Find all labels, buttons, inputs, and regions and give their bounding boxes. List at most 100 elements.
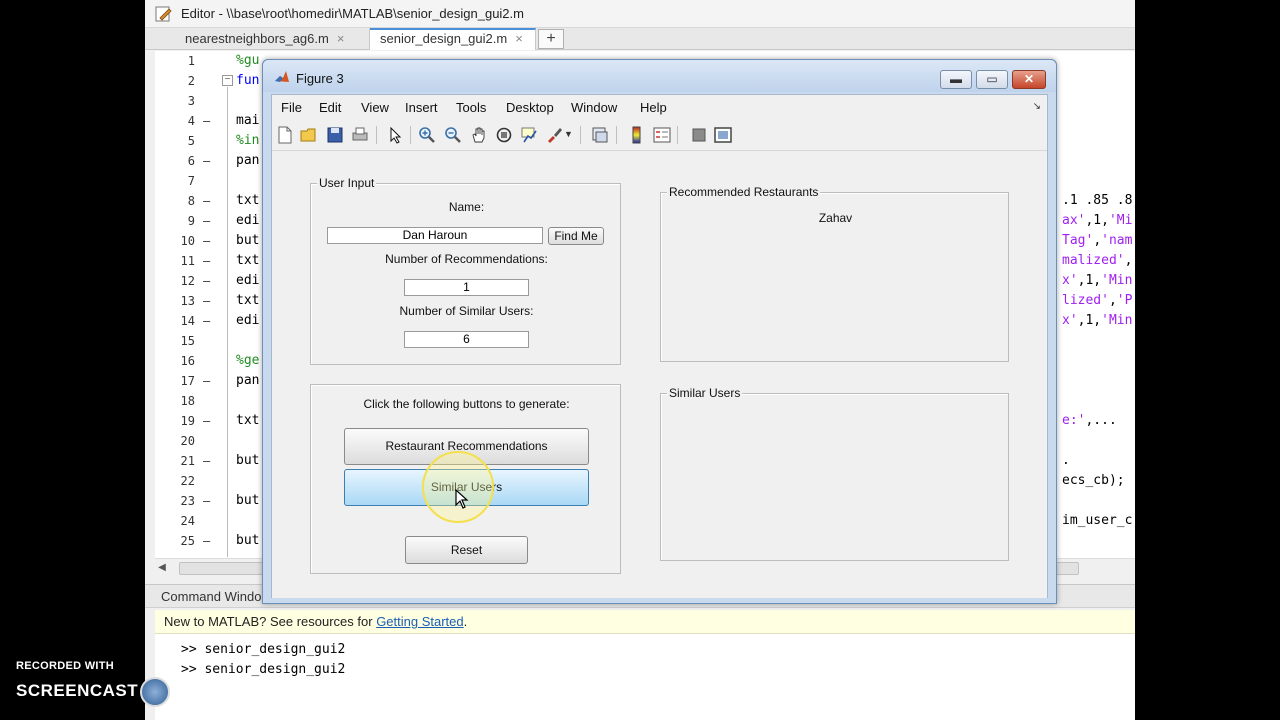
pan-hand-icon[interactable]: [469, 125, 489, 145]
breakpoint-dash[interactable]: —: [203, 234, 210, 248]
code-token: 'Mi: [1108, 213, 1133, 228]
menu-file[interactable]: File: [281, 100, 302, 115]
link-plot-icon[interactable]: [590, 125, 610, 145]
line-number: 8: [187, 194, 195, 208]
zoom-out-icon[interactable]: [443, 125, 463, 145]
rotate-3d-icon[interactable]: [494, 125, 514, 145]
hide-plot-tools-icon[interactable]: [689, 125, 709, 145]
recommended-restaurants-title: Recommended Restaurants: [667, 185, 821, 199]
menu-help[interactable]: Help: [640, 100, 667, 115]
scroll-left-icon[interactable]: ◀: [155, 561, 169, 575]
breakpoint-dash[interactable]: —: [203, 194, 210, 208]
code-token: x': [1062, 273, 1078, 288]
breakpoint-dash[interactable]: —: [203, 454, 210, 468]
close-tab-icon[interactable]: ×: [515, 31, 523, 46]
figure-window: Figure 3 ▬ ▭ ✕ ↘ File Edit View Insert Tools…: [262, 59, 1057, 604]
brush-dropdown-icon[interactable]: ▼: [564, 125, 584, 145]
toolbar-separator: [616, 126, 617, 144]
breakpoint-dash[interactable]: —: [203, 214, 210, 228]
breakpoint-dash[interactable]: —: [203, 534, 210, 548]
line-number: 13: [180, 294, 195, 308]
menu-view[interactable]: View: [361, 100, 389, 115]
print-icon[interactable]: [350, 125, 370, 145]
menu-desktop[interactable]: Desktop: [506, 100, 554, 115]
fold-toggle-icon[interactable]: −: [222, 75, 233, 86]
num-similar-users-field[interactable]: 6: [404, 331, 529, 348]
find-me-button[interactable]: Find Me: [548, 227, 604, 245]
new-figure-icon[interactable]: [275, 125, 295, 145]
show-plot-tools-icon[interactable]: [713, 125, 733, 145]
user-input-title: User Input: [317, 176, 377, 190]
code-line: edi: [236, 213, 260, 228]
line-number: 19: [180, 414, 195, 428]
tip-suffix: .: [463, 614, 468, 629]
figure-title-bar[interactable]: Figure 3 ▬ ▭ ✕: [263, 60, 1056, 92]
name-field[interactable]: Dan Haroun: [327, 227, 543, 244]
line-number: 15: [180, 334, 195, 348]
breakpoint-dash[interactable]: —: [203, 114, 210, 128]
line-number: 23: [180, 494, 195, 508]
code-token: x': [1062, 313, 1078, 328]
code-line: but: [236, 453, 260, 468]
line-number: 24: [180, 514, 195, 528]
edit-plot-arrow-icon[interactable]: [385, 125, 405, 145]
breakpoint-dash[interactable]: —: [203, 154, 210, 168]
menu-window[interactable]: Window: [571, 100, 617, 115]
breakpoint-dash[interactable]: —: [203, 294, 210, 308]
code-token: ,1,: [1085, 213, 1109, 228]
getting-started-link[interactable]: Getting Started: [376, 614, 463, 629]
code-token: Tag': [1062, 233, 1094, 248]
code-line: fun: [236, 73, 260, 88]
menubar-overflow-icon[interactable]: ↘: [1033, 101, 1041, 112]
breakpoint-dash[interactable]: —: [203, 374, 210, 388]
line-number: 25: [180, 534, 195, 548]
code-token: ecs_cb);: [1062, 473, 1125, 488]
code-line: txt: [236, 293, 260, 308]
zoom-in-icon[interactable]: [417, 125, 437, 145]
new-tab-button[interactable]: +: [538, 29, 564, 49]
toolbar-separator: [580, 126, 581, 144]
command-line: >> senior_design_gui2: [181, 642, 346, 657]
command-window[interactable]: >> senior_design_gui2 >> senior_design_g…: [155, 634, 1135, 720]
menu-insert[interactable]: Insert: [405, 100, 438, 115]
insert-legend-icon[interactable]: [652, 125, 672, 145]
code-token: ,: [1108, 293, 1117, 308]
menu-edit[interactable]: Edit: [319, 100, 341, 115]
close-tab-icon[interactable]: ×: [337, 31, 345, 46]
tab-nearestneighbors[interactable]: nearestneighbors_ag6.m ×: [175, 28, 370, 50]
brush-icon[interactable]: [544, 125, 564, 145]
menu-tools[interactable]: Tools: [456, 100, 486, 115]
figure-title: Figure 3: [296, 71, 344, 86]
close-button[interactable]: ✕: [1012, 70, 1046, 89]
breakpoint-dash[interactable]: —: [203, 314, 210, 328]
name-label: Name:: [448, 200, 485, 214]
code-token: ax': [1062, 213, 1086, 228]
user-input-panel: User Input Name: Dan Haroun Find Me Numb…: [310, 176, 621, 365]
code-line: edi: [236, 273, 260, 288]
data-cursor-icon[interactable]: [519, 125, 539, 145]
code-line: pan: [236, 153, 260, 168]
save-icon[interactable]: [325, 125, 345, 145]
tab-label: senior_design_gui2.m: [380, 31, 508, 46]
tab-senior-design-gui2[interactable]: senior_design_gui2.m ×: [370, 28, 536, 50]
fold-guide: [227, 87, 228, 557]
screen: Editor - \\base\root\homedir\MATLAB\seni…: [0, 0, 1280, 720]
line-number: 20: [180, 434, 195, 448]
open-file-icon[interactable]: [299, 125, 319, 145]
breakpoint-dash[interactable]: —: [203, 274, 210, 288]
editor-tabbar: nearestneighbors_ag6.m × senior_design_gu…: [145, 28, 1135, 50]
code-token: 'nam: [1101, 233, 1133, 248]
line-number: 9: [187, 214, 195, 228]
breakpoint-dash[interactable]: —: [203, 494, 210, 508]
num-recommendations-field[interactable]: 1: [404, 279, 529, 296]
breakpoint-dash[interactable]: —: [203, 254, 210, 268]
minimize-button[interactable]: ▬: [940, 70, 972, 89]
maximize-button[interactable]: ▭: [976, 70, 1008, 89]
recommended-restaurants-panel: Recommended Restaurants Zahav: [660, 185, 1009, 362]
breakpoint-dash[interactable]: —: [203, 414, 210, 428]
line-number: 11: [180, 254, 195, 268]
reset-button[interactable]: Reset: [405, 536, 528, 564]
insert-colorbar-icon[interactable]: [627, 125, 647, 145]
line-number: 10: [180, 234, 195, 248]
code-token: ,: [1124, 253, 1133, 268]
